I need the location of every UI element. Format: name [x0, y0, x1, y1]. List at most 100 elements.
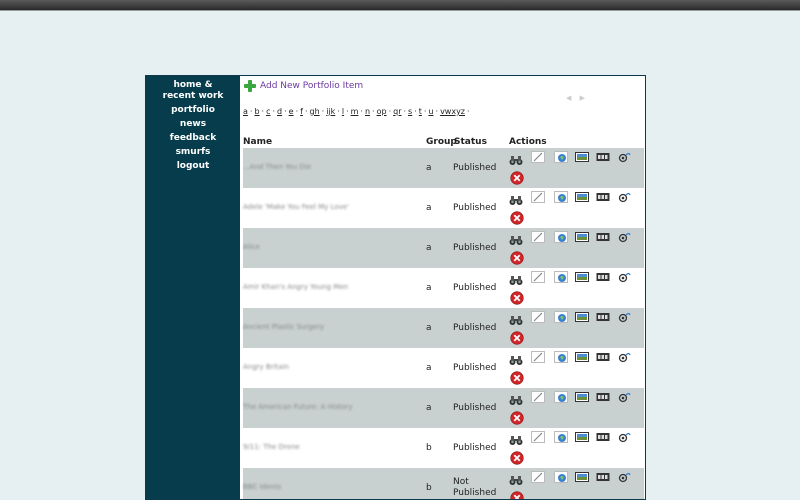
globe-icon[interactable] — [554, 351, 568, 363]
item-name: BBC Idents — [243, 483, 282, 491]
link-icon[interactable] — [617, 431, 631, 443]
image-icon[interactable] — [575, 191, 589, 203]
letter-filter-link[interactable]: t — [419, 107, 422, 116]
film-icon[interactable] — [596, 191, 610, 203]
letter-filter-link[interactable]: op — [377, 107, 387, 116]
item-status: Published — [453, 403, 497, 413]
film-icon[interactable] — [596, 271, 610, 283]
add-portfolio-item-link[interactable]: Add New Portfolio Item — [243, 79, 363, 93]
link-icon[interactable] — [617, 471, 631, 483]
image-icon[interactable] — [575, 271, 589, 283]
edit-pen-icon[interactable] — [531, 471, 545, 483]
binoculars-icon[interactable] — [509, 394, 523, 406]
link-icon[interactable] — [617, 271, 631, 283]
globe-icon[interactable] — [554, 191, 568, 203]
letter-filter-link[interactable]: a — [243, 107, 248, 116]
letter-filter-link[interactable]: l — [342, 107, 344, 116]
link-icon[interactable] — [617, 311, 631, 323]
image-icon[interactable] — [575, 231, 589, 243]
edit-pen-icon[interactable] — [531, 311, 545, 323]
pager-arrows[interactable]: ◀ ▶ — [566, 94, 588, 102]
film-icon[interactable] — [596, 391, 610, 403]
image-icon[interactable] — [575, 151, 589, 163]
delete-icon[interactable] — [510, 371, 524, 385]
film-icon[interactable] — [596, 351, 610, 363]
film-icon[interactable] — [596, 431, 610, 443]
image-icon[interactable] — [575, 311, 589, 323]
separator-dot: · — [249, 107, 253, 116]
item-status: Published — [453, 323, 497, 333]
edit-pen-icon[interactable] — [531, 431, 545, 443]
separator-dot: · — [337, 107, 340, 116]
letter-filter-link[interactable]: n — [365, 107, 370, 116]
letter-filter-link[interactable]: m — [351, 107, 359, 116]
nav-home-recent-work[interactable]: home & recent work — [146, 80, 240, 102]
nav-smurfs[interactable]: smurfs — [146, 147, 240, 158]
delete-icon[interactable] — [510, 211, 524, 225]
table-row: Adele 'Make You Feel My Love' a Published — [243, 188, 644, 228]
nav-feedback[interactable]: feedback — [146, 133, 240, 144]
delete-icon[interactable] — [510, 451, 524, 465]
nav-logout[interactable]: logout — [146, 161, 240, 172]
delete-icon[interactable] — [510, 171, 524, 185]
letter-filter-link[interactable]: gh — [310, 107, 320, 116]
letter-filter-link[interactable]: qr — [393, 107, 401, 116]
item-name: Angry Britain — [243, 363, 289, 371]
film-icon[interactable] — [596, 311, 610, 323]
letter-filter-link[interactable]: ijk — [326, 107, 335, 116]
letter-filter-link[interactable]: s — [408, 107, 412, 116]
globe-icon[interactable] — [554, 231, 568, 243]
link-icon[interactable] — [617, 351, 631, 363]
letter-filter-link[interactable]: e — [289, 107, 294, 116]
delete-icon[interactable] — [510, 411, 524, 425]
image-icon[interactable] — [575, 351, 589, 363]
image-icon[interactable] — [575, 391, 589, 403]
image-icon[interactable] — [575, 431, 589, 443]
delete-icon[interactable] — [510, 331, 524, 345]
film-icon[interactable] — [596, 231, 610, 243]
binoculars-icon[interactable] — [509, 314, 523, 326]
binoculars-icon[interactable] — [509, 274, 523, 286]
delete-icon[interactable] — [510, 291, 524, 305]
globe-icon[interactable] — [554, 311, 568, 323]
globe-icon[interactable] — [554, 431, 568, 443]
binoculars-icon[interactable] — [509, 474, 523, 486]
letter-filter-link[interactable]: b — [254, 107, 259, 116]
letter-filter-link[interactable]: c — [266, 107, 270, 116]
binoculars-icon[interactable] — [509, 354, 523, 366]
binoculars-icon[interactable] — [509, 194, 523, 206]
letter-filter-link[interactable]: u — [428, 107, 433, 116]
edit-pen-icon[interactable] — [531, 231, 545, 243]
link-icon[interactable] — [617, 391, 631, 403]
nav-news[interactable]: news — [146, 119, 240, 130]
table-row: BBC Idents b Not Published — [243, 468, 644, 499]
film-icon[interactable] — [596, 151, 610, 163]
binoculars-icon[interactable] — [509, 434, 523, 446]
letter-filter-link[interactable]: f — [300, 107, 303, 116]
link-icon[interactable] — [617, 151, 631, 163]
delete-icon[interactable] — [510, 251, 524, 265]
edit-pen-icon[interactable] — [531, 151, 545, 163]
item-name: Ancient Plastic Surgery — [243, 323, 325, 331]
sidebar: home & recent work portfolio news feedba… — [146, 76, 240, 499]
link-icon[interactable] — [617, 191, 631, 203]
edit-pen-icon[interactable] — [531, 271, 545, 283]
link-icon[interactable] — [617, 231, 631, 243]
binoculars-icon[interactable] — [509, 234, 523, 246]
edit-pen-icon[interactable] — [531, 191, 545, 203]
film-icon[interactable] — [596, 471, 610, 483]
letter-filter-link[interactable]: vwxyz — [440, 107, 465, 116]
letter-filter-link[interactable]: d — [277, 107, 282, 116]
nav-portfolio[interactable]: portfolio — [146, 105, 240, 116]
globe-icon[interactable] — [554, 151, 568, 163]
globe-icon[interactable] — [554, 271, 568, 283]
separator-dot: · — [372, 107, 375, 116]
edit-pen-icon[interactable] — [531, 351, 545, 363]
edit-pen-icon[interactable] — [531, 391, 545, 403]
delete-icon[interactable] — [510, 491, 524, 499]
separator-dot: · — [414, 107, 417, 116]
image-icon[interactable] — [575, 471, 589, 483]
globe-icon[interactable] — [554, 391, 568, 403]
binoculars-icon[interactable] — [509, 154, 523, 166]
globe-icon[interactable] — [554, 471, 568, 483]
